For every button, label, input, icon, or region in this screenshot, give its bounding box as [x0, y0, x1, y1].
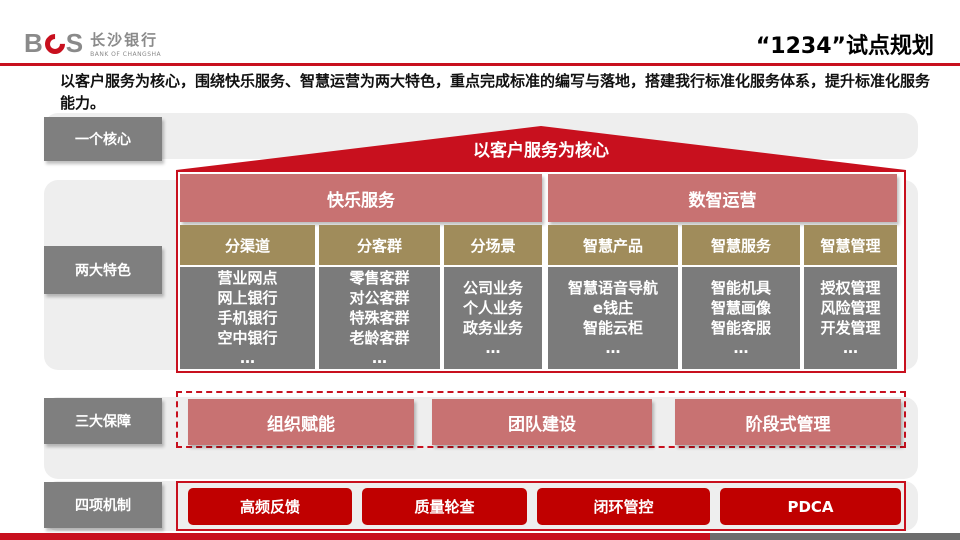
list-item: 智慧语音导航 — [567, 279, 658, 297]
list-item: 对公客群 — [349, 289, 410, 307]
category-smart-operation: 数智运营 — [548, 174, 897, 222]
list-item: … — [240, 349, 255, 367]
list-item: 特殊客群 — [349, 309, 410, 327]
subcategory-channel: 分渠道 — [180, 225, 315, 265]
intro-text: 以客户服务为核心，围绕快乐服务、智慧运营为两大特色，重点完成标准的编写与落地，搭… — [60, 72, 931, 112]
guarantee-organization: 组织赋能 — [188, 399, 414, 445]
row-label-guarantees: 三大保障 — [44, 398, 162, 444]
row-label-mechanisms: 四项机制 — [44, 482, 162, 528]
list-item: 老龄客群 — [349, 329, 410, 347]
items-smart-management: 授权管理 风险管理 开发管理 … — [804, 267, 897, 369]
core-title: 以客户服务为核心 — [473, 141, 609, 161]
list-item: … — [843, 339, 858, 357]
subcategory-smart-product: 智慧产品 — [548, 225, 678, 265]
list-item: … — [372, 349, 387, 367]
list-item: 风险管理 — [820, 299, 881, 317]
items-smart-product: 智慧语音导航 e钱庄 智能云柜 … — [548, 267, 678, 369]
items-smart-service: 智能机具 智慧画像 智能客服 … — [682, 267, 800, 369]
logo-mark: BS — [24, 28, 84, 59]
page-title: “1234”试点规划 — [755, 34, 934, 59]
items-scenario: 公司业务 个人业务 政务业务 … — [444, 267, 542, 369]
list-item: 政务业务 — [462, 319, 523, 337]
subcategory-customer-group: 分客群 — [319, 225, 440, 265]
subcategory-smart-management: 智慧管理 — [804, 225, 897, 265]
logo-english-name: BANK OF CHANGSHA — [90, 51, 162, 58]
list-item: 零售客群 — [349, 269, 410, 287]
subcategory-smart-service: 智慧服务 — [682, 225, 800, 265]
guarantee-staged-management: 阶段式管理 — [675, 399, 901, 445]
list-item: 空中银行 — [217, 329, 278, 347]
list-item: 公司业务 — [462, 279, 523, 297]
list-item: 手机银行 — [217, 309, 278, 327]
list-item: 智能客服 — [710, 319, 771, 337]
list-item: 智能机具 — [710, 279, 771, 297]
logo-chinese-name: 长沙银行 — [90, 31, 159, 49]
list-item: 智能云柜 — [582, 319, 643, 337]
logo-letter-s: S — [65, 28, 85, 58]
row-label-features: 两大特色 — [44, 246, 162, 294]
list-item: 营业网点 — [217, 269, 278, 287]
mechanism-quality-check: 质量轮查 — [362, 488, 527, 525]
mechanism-closed-loop: 闭环管控 — [537, 488, 710, 525]
logo-red-c-icon — [40, 29, 69, 58]
mechanism-feedback: 高频反馈 — [188, 488, 352, 525]
items-customer-group: 零售客群 对公客群 特殊客群 老龄客群 … — [319, 267, 440, 369]
list-item: e钱庄 — [592, 299, 634, 317]
row-label-core: 一个核心 — [44, 117, 162, 161]
mechanism-pdca: PDCA — [720, 488, 901, 525]
list-item: 网上银行 — [217, 289, 278, 307]
list-item: … — [485, 339, 501, 357]
list-item: 个人业务 — [462, 299, 523, 317]
category-happy-service: 快乐服务 — [180, 174, 542, 222]
list-item: 授权管理 — [820, 279, 881, 297]
subcategory-scenario: 分场景 — [444, 225, 542, 265]
list-item: … — [733, 339, 749, 357]
bank-logo: BS 长沙银行 BANK OF CHANGSHA — [24, 28, 161, 59]
guarantee-team: 团队建设 — [432, 399, 652, 445]
list-item: … — [605, 339, 621, 357]
list-item: 智慧画像 — [710, 299, 771, 317]
footer-gray-bar — [710, 533, 960, 540]
items-channel: 营业网点 网上银行 手机银行 空中银行 … — [180, 267, 315, 369]
logo-letter-b: B — [24, 28, 44, 58]
title-divider — [0, 63, 960, 66]
list-item: 开发管理 — [820, 319, 881, 337]
